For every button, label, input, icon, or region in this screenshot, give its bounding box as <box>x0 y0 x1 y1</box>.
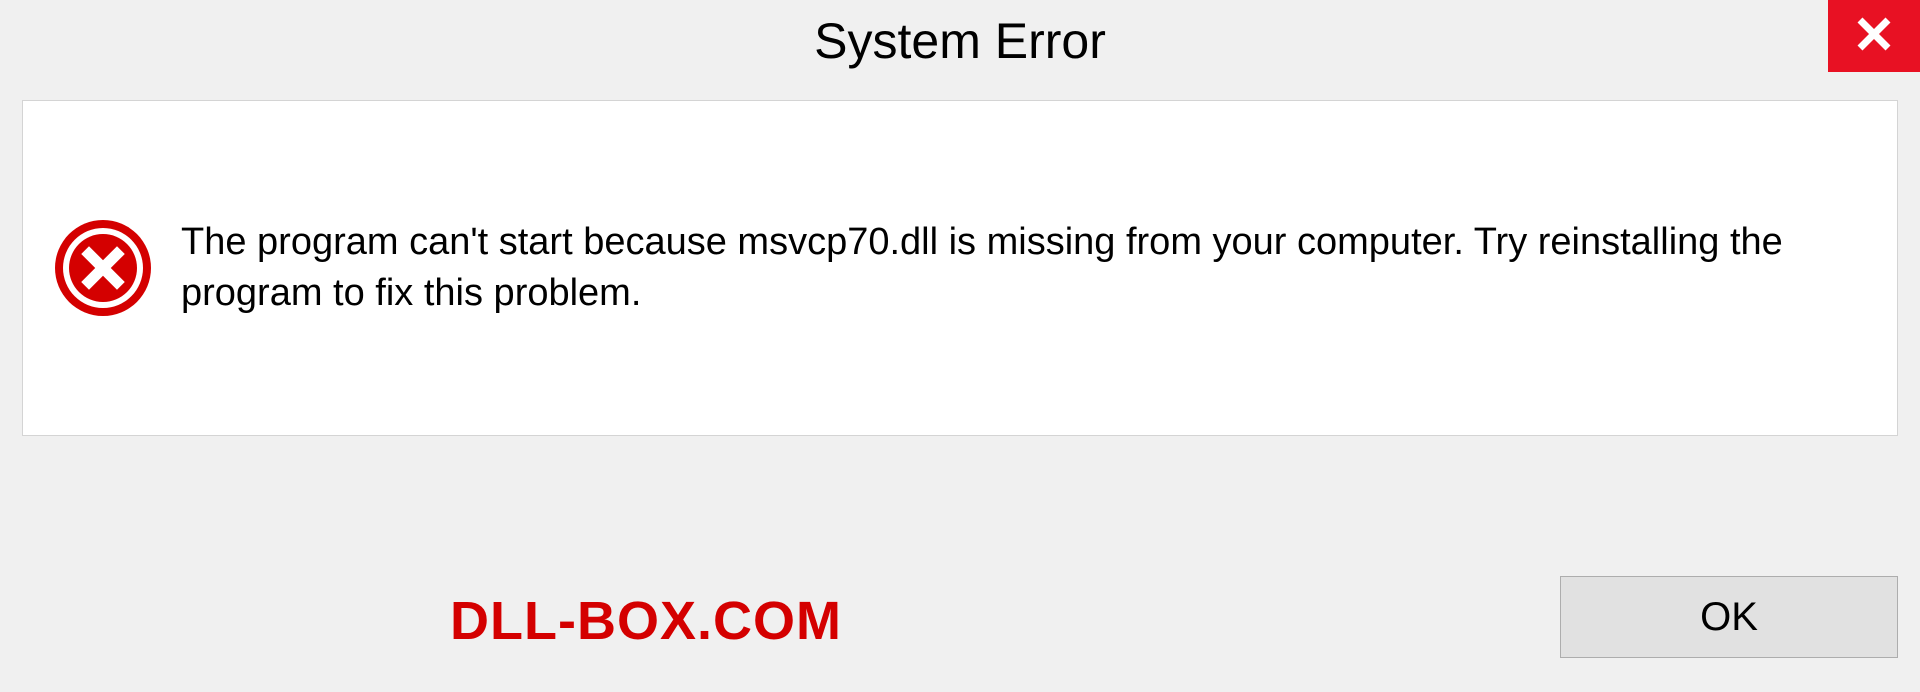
ok-button-label: OK <box>1700 595 1758 640</box>
error-icon <box>53 218 153 318</box>
ok-button[interactable]: OK <box>1560 576 1898 658</box>
error-message: The program can't start because msvcp70.… <box>181 217 1867 320</box>
branding-text: DLL-BOX.COM <box>450 590 842 652</box>
dialog-title: System Error <box>814 12 1106 70</box>
content-area: The program can't start because msvcp70.… <box>22 100 1898 436</box>
close-button[interactable] <box>1828 0 1920 72</box>
close-icon <box>1854 14 1894 59</box>
dialog-footer: DLL-BOX.COM OK <box>0 572 1920 692</box>
title-bar: System Error <box>0 0 1920 100</box>
error-dialog: System Error The program can't start bec… <box>0 0 1920 692</box>
